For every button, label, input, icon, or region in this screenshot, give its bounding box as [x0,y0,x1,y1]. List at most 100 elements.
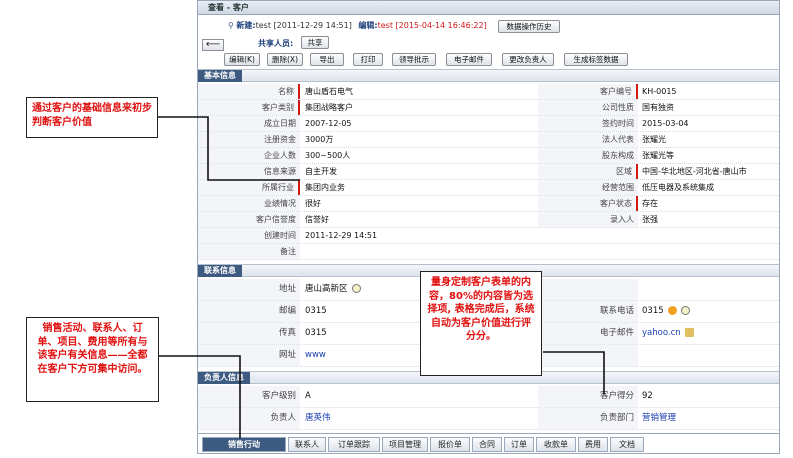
field-label: 客户类别 [198,100,300,115]
sharer-label: 共享人员: [258,39,294,48]
tab-6[interactable]: 订单 [504,437,534,452]
tab-3[interactable]: 项目管理 [382,437,428,452]
info-row: 名称 唐山盾石电气 客户编号 KH-0015 [198,84,779,100]
field-value: 营销管理 [642,413,677,423]
field-label: 客户状态 [538,196,638,211]
callout-custom: 量身定制客户表单的内容，80%的内容皆为选择项, 表格完成后，系统自动为客户价值… [420,271,542,376]
back-button[interactable]: ⟵ [202,39,224,51]
field-label: 成立日期 [198,116,300,131]
phone-icon[interactable] [667,306,677,315]
field-label: 名称 [198,84,300,99]
toolbar-button[interactable]: 更改负责人 [502,53,554,66]
section-contact-title: 联系信息 [198,265,242,277]
field-label: 企业人数 [198,148,300,163]
field-value: 存在 [642,199,658,208]
tab-1[interactable]: 联系人 [288,437,326,452]
field-label: 电子邮件 [538,323,638,344]
field-label: 签约时间 [538,116,638,131]
section-owner-title: 负责人信息 [198,372,250,384]
field-label: 业绩情况 [198,196,300,211]
info-row: 备注 [198,244,779,260]
field-value: 集团战略客户 [305,103,353,112]
field-label: 客户编号 [538,84,638,99]
field-value: 中国-华北地区-河北省-唐山市 [642,167,747,176]
field-label: 创建时间 [198,228,300,243]
info-row: 业绩情况 很好 客户状态 存在 [198,196,779,212]
toolbar-button[interactable]: 打印 [353,53,383,66]
info-row: 注册资金 3000万 法人代表 张耀光 [198,132,779,148]
info-row: 企业人数 300~500人 股东构成 张耀光等 [198,148,779,164]
field-label: 经营范围 [538,180,638,195]
field-value: 2011-12-29 14:51 [305,231,378,240]
field-value: 很好 [305,199,321,208]
toolbar-button[interactable]: 生成标签数据 [564,53,628,66]
info-row: 信息来源 自主开发 区域 中国-华北地区-河北省-唐山市 [198,164,779,180]
info-row: 创建时间 2011-12-29 14:51 [198,228,779,244]
toolbar-button[interactable]: 删除(X) [267,53,303,66]
section-basic: 基本信息 [198,69,779,82]
map-icon[interactable] [351,284,361,293]
callout-sales: 销售活动、联系人、订单、项目、费用等所有与该客户有关信息——全都在客户下方可集中… [26,317,159,402]
created-label: 新建: [236,21,256,30]
field-value: 国有独资 [642,103,674,112]
field-value: 2015-03-04 [642,119,689,128]
field-label: 法人代表 [538,132,638,147]
field-label [538,279,638,300]
tab-5[interactable]: 合同 [472,437,502,452]
toolbar-button[interactable]: 电子邮件 [446,53,492,66]
tab-7[interactable]: 收款单 [536,437,576,452]
created-value: test [2011-12-29 14:51] [255,21,352,30]
edit-email-icon[interactable] [684,328,694,337]
field-label: 地址 [198,279,300,300]
field-value: 300~500人 [305,151,351,160]
field-label: 公司性质 [538,100,638,115]
toolbar-button[interactable]: 编辑(K) [224,53,260,66]
info-row: 负责人 唐英伟 负责部门 营销管理 [198,408,779,430]
field-value: 唐山高新区 [305,279,361,300]
field-value: 0315 [305,306,327,316]
record-meta: ⚲ 新建:test [2011-12-29 14:51] 编辑:test [20… [228,19,487,33]
field-value: 低压电器及系统集成 [642,183,714,192]
field-label: 备注 [198,244,300,259]
field-value: yahoo.cn [642,323,694,344]
field-value: 自主开发 [305,167,337,176]
field-label: 股东构成 [538,148,638,163]
field-value: 0315 [642,301,690,322]
field-value: 张强 [642,215,658,224]
field-value: KH-0015 [642,87,677,96]
tab-9[interactable]: 文档 [610,437,644,452]
field-value: 集团内业务 [305,183,345,192]
field-value: 唐山盾石电气 [305,87,353,96]
field-value: A [305,391,311,401]
callout-basic: 通过客户的基础信息来初步判断客户价值 [26,97,158,138]
field-label: 注册资金 [198,132,300,147]
toolbar-button[interactable]: 导出 [310,53,344,66]
field-label: 录入人 [538,212,638,227]
clock-icon[interactable] [680,306,690,315]
edited-label: 编辑: [358,21,378,30]
tab-4[interactable]: 报价单 [430,437,470,452]
info-row: 所属行业 集团内业务 经营范围 低压电器及系统集成 [198,180,779,196]
info-row: 客户类别 集团战略客户 公司性质 国有独资 [198,100,779,116]
field-label: 传真 [198,323,300,344]
tab-0[interactable]: 销售行动 [202,437,286,452]
section-basic-title: 基本信息 [198,70,242,82]
field-label [538,345,638,366]
field-value: 92 [642,391,653,401]
window-title: 查看 - 客户 [198,1,779,15]
customer-view-window: 查看 - 客户 ⚲ 新建:test [2011-12-29 14:51] 编辑:… [197,0,780,454]
tab-2[interactable]: 订单跟踪 [328,437,380,452]
field-value: 2007-12-05 [305,119,352,128]
share-button[interactable]: 共享 [301,36,329,49]
info-row: 成立日期 2007-12-05 签约时间 2015-03-04 [198,116,779,132]
field-label: 网址 [198,345,300,366]
toolbar-button[interactable]: 领导批示 [392,53,436,66]
field-label: 客户得分 [538,386,638,407]
field-label: 负责人 [198,408,300,429]
tab-8[interactable]: 费用 [578,437,608,452]
field-value: www [305,350,326,360]
field-label: 所属行业 [198,180,300,195]
history-button[interactable]: 数据操作历史 [498,20,560,33]
field-value: 唐英伟 [305,413,331,423]
field-value: 张耀光等 [642,151,674,160]
